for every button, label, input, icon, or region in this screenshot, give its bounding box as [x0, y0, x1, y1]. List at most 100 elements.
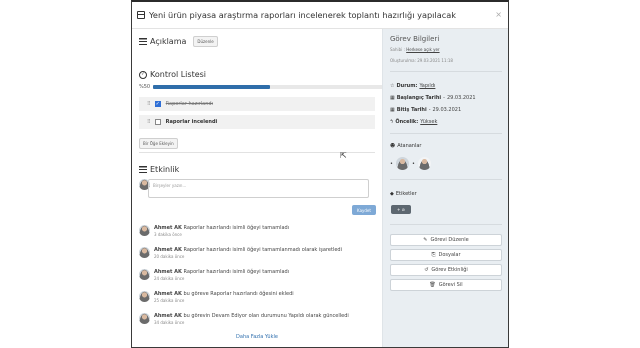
owner-row: Sahibi : Herkese açık yer: [390, 47, 440, 52]
divider: [390, 224, 502, 225]
save-comment-button[interactable]: Kaydet: [352, 205, 376, 215]
activity-time: 20 dakika önce: [154, 253, 185, 259]
mouse-cursor: ⇱: [340, 151, 347, 160]
activity-text: Raporlar hazırlandı isimli öğeyi tamamla…: [183, 247, 342, 253]
add-tag-button[interactable]: + ⊘: [391, 205, 411, 214]
progress-bar: [153, 85, 387, 89]
description-heading: Açıklama Düzenle: [139, 36, 218, 47]
comment-input[interactable]: Birşeyler yazın...: [148, 179, 369, 198]
assignee-list: • •: [390, 157, 431, 170]
end-date-value: 29.03.2021: [432, 107, 462, 113]
start-date-row: ▦ Başlangıç Tarihi - 29.03.2021: [390, 95, 476, 101]
activity-time: 34 dakika önce: [154, 319, 185, 325]
avatar: [139, 247, 150, 258]
activity-time: 25 dakika önce: [154, 297, 185, 303]
drag-handle-icon[interactable]: ⠿: [147, 101, 151, 107]
star-icon: ☆: [390, 83, 395, 89]
trash-icon: 🗑: [429, 282, 436, 288]
owner-link[interactable]: Herkese açık yer: [406, 47, 439, 52]
activity-entry: Ahmet AK Raporlar hazırlandı isimli öğey…: [139, 269, 289, 281]
align-left-icon: [139, 38, 147, 45]
close-icon[interactable]: ×: [495, 10, 502, 19]
activity-body: Ahmet AK bu görevin Devam Ediyor olan du…: [154, 313, 349, 325]
modal-title-text: Yeni ürün piyasa araştırma raporları inc…: [149, 10, 456, 20]
status-link[interactable]: Yapıldı: [419, 83, 435, 89]
owner-label: Sahibi: [390, 47, 403, 52]
checklist-heading: ✓ Kontrol Listesi: [139, 70, 206, 79]
modal-title: Yeni ürün piyasa araştırma raporları inc…: [137, 10, 456, 20]
edit-task-button[interactable]: ✎ Görevi Düzenle: [390, 234, 502, 246]
activity-text: bu göreve Raporlar hazırlandı öğesini ek…: [183, 291, 294, 297]
tags-heading: ◆ Etiketler: [390, 191, 417, 197]
activity-entry: Ahmet AK Raporlar hazırlandı isimli öğey…: [139, 247, 342, 259]
progress-label: %50: [139, 84, 151, 90]
files-button[interactable]: ⎘ Dosyalar: [390, 249, 502, 261]
list-icon: [139, 166, 147, 173]
activity-body: Ahmet AK Raporlar hazırlandı isimli öğey…: [154, 247, 342, 259]
activity-user[interactable]: Ahmet AK: [154, 269, 182, 275]
checklist-item-label: Raporlar incelendi: [165, 119, 218, 125]
activity-heading-text: Etkinlik: [150, 165, 180, 174]
created-value: 29.03.2021 11:18: [417, 58, 453, 63]
created-label: Oluşturulma:: [390, 58, 416, 63]
avatar: [139, 225, 150, 236]
checklist-item[interactable]: ⠿ ✓ Raporlar hazırlandı: [139, 97, 375, 111]
priority-link[interactable]: Yüksek: [420, 119, 437, 125]
activity-text: Raporlar hazırlandı isimli öğeyi tamamla…: [183, 225, 290, 231]
activity-entry: Ahmet AK bu görevin Devam Ediyor olan du…: [139, 313, 349, 325]
files-label: Dosyalar: [438, 252, 461, 258]
divider: [390, 71, 502, 72]
activity-user[interactable]: Ahmet AK: [154, 247, 182, 253]
activity-user[interactable]: Ahmet AK: [154, 313, 182, 319]
activity-time: 24 dakika önce: [154, 275, 185, 281]
divider: [390, 179, 502, 180]
progress-fill: [153, 85, 270, 89]
activity-user[interactable]: Ahmet AK: [154, 225, 182, 231]
activity-time: 3 dakika önce: [154, 231, 182, 237]
activity-entry: Ahmet AK Raporlar hazırlandı isimli öğey…: [139, 225, 289, 237]
assignee-avatar[interactable]: [417, 157, 431, 170]
activity-body: Ahmet AK Raporlar hazırlandı isimli öğey…: [154, 225, 289, 237]
checkbox-checked[interactable]: ✓: [154, 101, 161, 107]
checkbox-unchecked[interactable]: [154, 119, 161, 125]
bolt-icon: ϟ: [390, 119, 394, 125]
calendar-icon: ▦: [390, 107, 395, 113]
activity-user[interactable]: Ahmet AK: [154, 291, 182, 297]
users-icon: ☻: [390, 143, 396, 149]
tag-icon: ◆: [390, 191, 394, 197]
divider: [390, 133, 502, 134]
created-row: Oluşturulma: 29.03.2021 11:18: [390, 58, 453, 63]
start-date-value: 29.03.2021: [446, 95, 476, 101]
delete-task-label: Görevi Sil: [438, 282, 463, 288]
checklist-items: ⠿ ✓ Raporlar hazırlandı ⠿ Raporlar incel…: [139, 93, 375, 129]
avatar: [139, 313, 150, 324]
activity-text: bu görevin Devam Ediyor olan durumunu Ya…: [183, 313, 349, 319]
modal-header: Yeni ürün piyasa araştırma raporları inc…: [132, 2, 508, 29]
assignees-label: Atananlar: [397, 143, 422, 149]
edit-icon: ✎: [423, 237, 428, 243]
task-icon: [137, 11, 145, 19]
end-date-row: ▦ Bitiş Tarihi - 29.03.2021: [390, 107, 462, 113]
delete-task-button[interactable]: 🗑 Görevi Sil: [390, 279, 502, 291]
task-activity-button[interactable]: ↺ Görev Etkinliği: [390, 264, 502, 276]
task-modal: Yeni ürün piyasa araştırma raporları inc…: [131, 0, 509, 348]
status-label: Durum:: [396, 83, 418, 89]
priority-row: ϟ Öncelik: Yüksek: [390, 119, 437, 125]
task-activity-label: Görev Etkinliği: [431, 267, 468, 273]
status-row: ☆ Durum: Yapıldı: [390, 83, 435, 89]
load-more-link[interactable]: Daha Fazla Yükle: [132, 334, 382, 340]
checklist-item[interactable]: ⠿ Raporlar incelendi: [139, 115, 375, 129]
priority-label: Öncelik:: [395, 119, 419, 125]
checklist-progress: %50: [139, 84, 387, 90]
drag-handle-icon[interactable]: ⠿: [147, 119, 151, 125]
activity-entry: Ahmet AK bu göreve Raporlar hazırlandı ö…: [139, 291, 294, 303]
assignee-avatar[interactable]: [395, 157, 409, 170]
description-edit-button[interactable]: Düzenle: [193, 36, 218, 47]
start-date-label: Başlangıç Tarihi: [396, 95, 442, 101]
task-main-column: Açıklama Düzenle ✓ Kontrol Listesi %50 ⠿…: [132, 29, 387, 347]
paperclip-icon: ⎘: [431, 252, 436, 258]
assignees-heading: ☻ Atananlar: [390, 143, 422, 149]
avatar: [139, 291, 150, 302]
add-checklist-item-button[interactable]: Bir Öğe Ekleyin: [139, 138, 178, 149]
calendar-icon: ▦: [390, 95, 395, 101]
